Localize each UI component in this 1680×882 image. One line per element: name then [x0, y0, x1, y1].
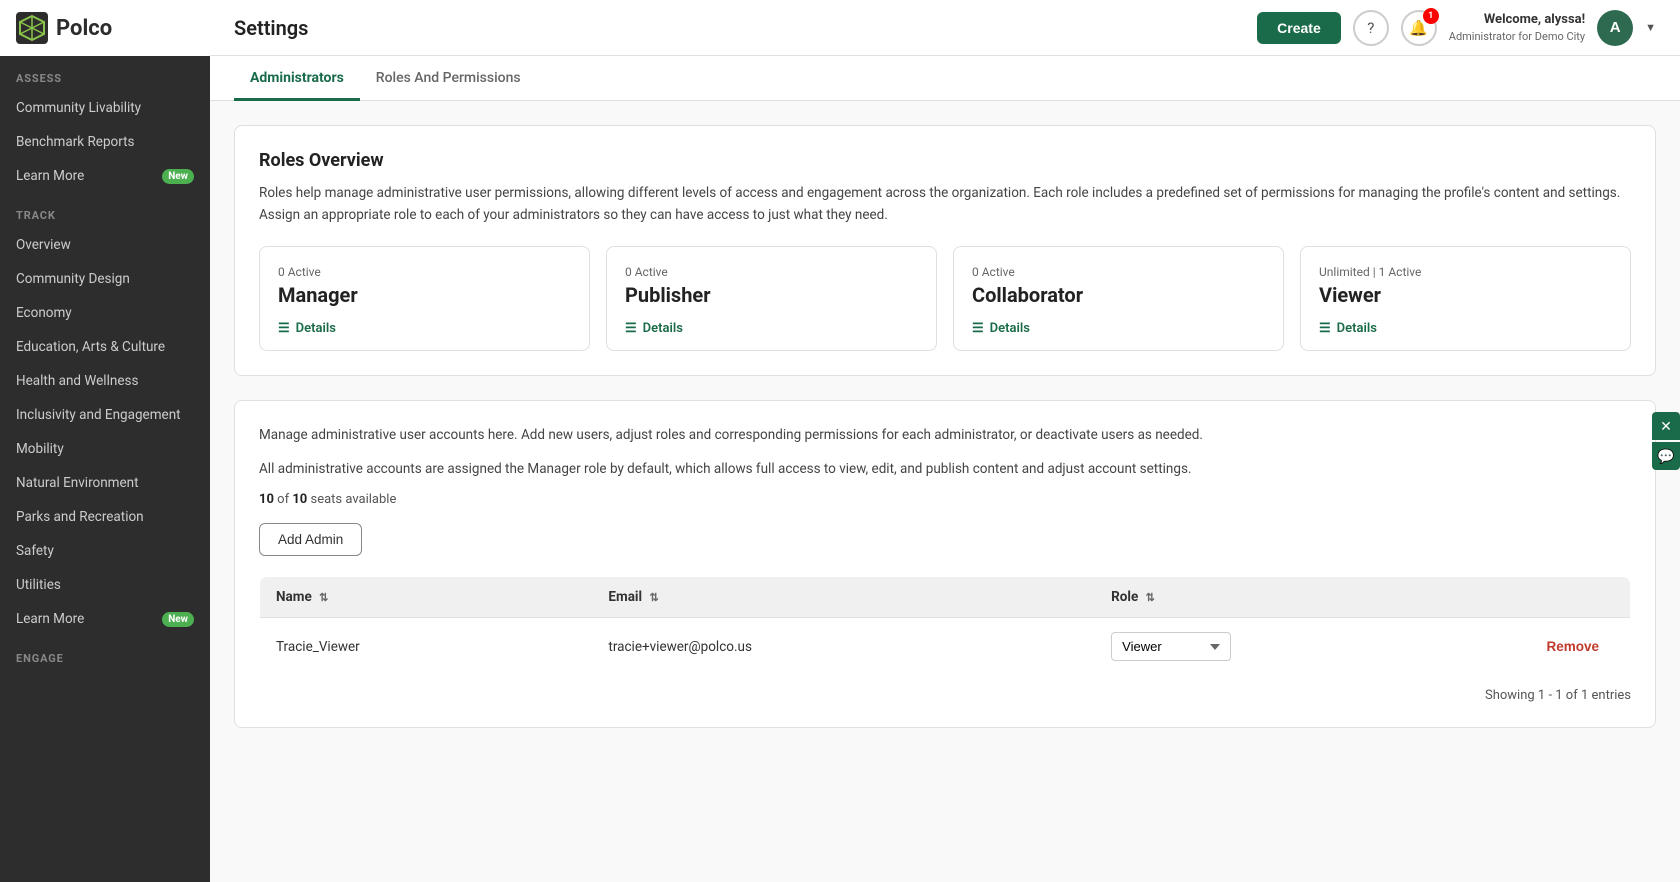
manager-active-count: 0 Active: [278, 265, 571, 279]
sidebar-item-community-livability[interactable]: Community Livability: [0, 91, 210, 125]
tab-administrators[interactable]: Administrators: [234, 56, 360, 101]
sidebar-item-parks-recreation[interactable]: Parks and Recreation: [0, 500, 210, 534]
badge-new-track: New: [162, 612, 194, 627]
table-row: Tracie_Viewer tracie+viewer@polco.us Man…: [260, 618, 1631, 676]
showing-entries: Showing 1 - 1 of 1 entries: [259, 688, 1631, 703]
remove-button[interactable]: Remove: [1547, 639, 1600, 654]
admin-table: Name ⇅ Email ⇅ Role ⇅: [259, 576, 1631, 676]
sidebar-item-learn-more-track[interactable]: Learn More New: [0, 602, 210, 636]
sidebar-item-natural-environment[interactable]: Natural Environment: [0, 466, 210, 500]
sidebar-item-utilities[interactable]: Utilities: [0, 568, 210, 602]
column-header-name[interactable]: Name ⇅: [260, 577, 593, 618]
sidebar-item-inclusivity[interactable]: Inclusivity and Engagement: [0, 398, 210, 432]
help-button[interactable]: ?: [1353, 10, 1389, 46]
logo[interactable]: Polco: [0, 0, 210, 56]
seats-info: 10 of 10 seats available: [259, 492, 1631, 507]
sidebar-item-mobility[interactable]: Mobility: [0, 432, 210, 466]
list-icon: ☰: [972, 321, 984, 336]
sidebar-item-economy[interactable]: Economy: [0, 296, 210, 330]
publisher-active-count: 0 Active: [625, 265, 918, 279]
sidebar-item-community-design[interactable]: Community Design: [0, 262, 210, 296]
collaborator-details-link[interactable]: ☰ Details: [972, 321, 1265, 336]
column-header-role[interactable]: Role ⇅: [1095, 577, 1530, 618]
content-area: Roles Overview Roles help manage adminis…: [210, 101, 1680, 882]
avatar-button[interactable]: A: [1597, 10, 1633, 46]
sidebar-item-benchmark-reports[interactable]: Benchmark Reports: [0, 125, 210, 159]
sidebar-item-overview[interactable]: Overview: [0, 228, 210, 262]
cell-email: tracie+viewer@polco.us: [592, 618, 1095, 676]
sidebar: Polco ASSESS Community Livability Benchm…: [0, 0, 210, 882]
chevron-down-icon: ▼: [1645, 21, 1656, 34]
sort-icon-role: ⇅: [1146, 591, 1155, 604]
sort-icon-email: ⇅: [649, 591, 658, 604]
welcome-role: Administrator for Demo City: [1449, 29, 1585, 44]
viewer-details-link[interactable]: ☰ Details: [1319, 321, 1612, 336]
seats-available: 10: [259, 492, 274, 507]
polco-logo-icon: [16, 12, 48, 44]
add-admin-button[interactable]: Add Admin: [259, 523, 362, 556]
widget-close-button[interactable]: ✕: [1652, 412, 1680, 440]
table-header-row: Name ⇅ Email ⇅ Role ⇅: [260, 577, 1631, 618]
list-icon: ☰: [278, 321, 290, 336]
seats-total: 10: [292, 492, 307, 507]
list-icon: ☰: [625, 321, 637, 336]
page-title: Settings: [234, 16, 308, 40]
sidebar-item-learn-more-assess[interactable]: Learn More New: [0, 159, 210, 193]
sort-icon-name: ⇅: [319, 591, 328, 604]
tab-bar: Administrators Roles And Permissions: [210, 56, 1680, 101]
collaborator-active-count: 0 Active: [972, 265, 1265, 279]
roles-overview-title: Roles Overview: [259, 150, 1631, 171]
roles-overview-description: Roles help manage administrative user pe…: [259, 183, 1631, 226]
sidebar-item-education-arts[interactable]: Education, Arts & Culture: [0, 330, 210, 364]
header: Settings Create ? 🔔 1 Welcome, alyssa! A…: [210, 0, 1680, 56]
publisher-role-name: Publisher: [625, 283, 918, 307]
cell-name: Tracie_Viewer: [260, 618, 593, 676]
welcome-name: Welcome, alyssa!: [1449, 11, 1585, 29]
viewer-role-name: Viewer: [1319, 283, 1612, 307]
header-actions: Create ? 🔔 1 Welcome, alyssa! Administra…: [1257, 10, 1656, 46]
right-widget: ✕ 💬: [1652, 412, 1680, 470]
role-card-publisher: 0 Active Publisher ☰ Details: [606, 246, 937, 351]
admin-description-1: Manage administrative user accounts here…: [259, 425, 1631, 447]
cell-actions: Remove: [1531, 618, 1631, 676]
column-header-actions: [1531, 577, 1631, 618]
page-body: Roles Overview Roles help manage adminis…: [210, 101, 1680, 752]
cell-role: Manager Publisher Collaborator Viewer: [1095, 618, 1530, 676]
role-select-viewer[interactable]: Manager Publisher Collaborator Viewer: [1111, 632, 1231, 661]
sidebar-section-track: TRACK: [0, 193, 210, 228]
list-icon: ☰: [1319, 321, 1331, 336]
role-card-manager: 0 Active Manager ☰ Details: [259, 246, 590, 351]
create-button[interactable]: Create: [1257, 12, 1341, 44]
help-icon: ?: [1367, 19, 1374, 37]
manager-role-name: Manager: [278, 283, 571, 307]
viewer-active-count: Unlimited | 1 Active: [1319, 265, 1612, 279]
admin-description-2: All administrative accounts are assigned…: [259, 459, 1631, 481]
role-card-collaborator: 0 Active Collaborator ☰ Details: [953, 246, 1284, 351]
admin-management-section: Manage administrative user accounts here…: [234, 400, 1656, 728]
sidebar-scroll: ASSESS Community Livability Benchmark Re…: [0, 56, 210, 882]
manager-details-link[interactable]: ☰ Details: [278, 321, 571, 336]
chat-icon: 💬: [1657, 448, 1674, 465]
publisher-details-link[interactable]: ☰ Details: [625, 321, 918, 336]
notifications-button[interactable]: 🔔 1: [1401, 10, 1437, 46]
roles-grid: 0 Active Manager ☰ Details 0 Active Publ…: [259, 246, 1631, 351]
x-icon: ✕: [1660, 418, 1672, 435]
sidebar-item-health-wellness[interactable]: Health and Wellness: [0, 364, 210, 398]
sidebar-section-assess: ASSESS: [0, 56, 210, 91]
roles-overview-card: Roles Overview Roles help manage adminis…: [234, 125, 1656, 376]
badge-new-assess: New: [162, 169, 194, 184]
logo-text: Polco: [56, 16, 112, 41]
sidebar-item-safety[interactable]: Safety: [0, 534, 210, 568]
main-content: Settings Create ? 🔔 1 Welcome, alyssa! A…: [210, 0, 1680, 882]
welcome-text: Welcome, alyssa! Administrator for Demo …: [1449, 11, 1585, 45]
notification-badge: 1: [1423, 8, 1439, 24]
role-card-viewer: Unlimited | 1 Active Viewer ☰ Details: [1300, 246, 1631, 351]
sidebar-section-engage: ENGAGE: [0, 636, 210, 671]
tab-roles-permissions[interactable]: Roles And Permissions: [360, 56, 537, 101]
widget-feedback-button[interactable]: 💬: [1652, 442, 1680, 470]
column-header-email[interactable]: Email ⇅: [592, 577, 1095, 618]
seats-label: seats available: [310, 492, 396, 507]
collaborator-role-name: Collaborator: [972, 283, 1265, 307]
